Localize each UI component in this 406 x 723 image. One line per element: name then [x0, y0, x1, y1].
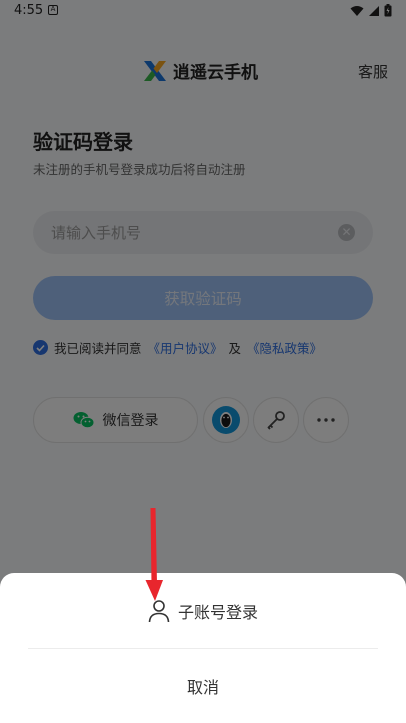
user-icon: [148, 599, 170, 622]
sub-account-login-option[interactable]: 子账号登录: [0, 573, 406, 648]
cancel-button[interactable]: 取消: [0, 649, 406, 723]
bottom-sheet: 子账号登录 取消: [0, 573, 406, 723]
sub-account-login-label: 子账号登录: [177, 602, 258, 622]
